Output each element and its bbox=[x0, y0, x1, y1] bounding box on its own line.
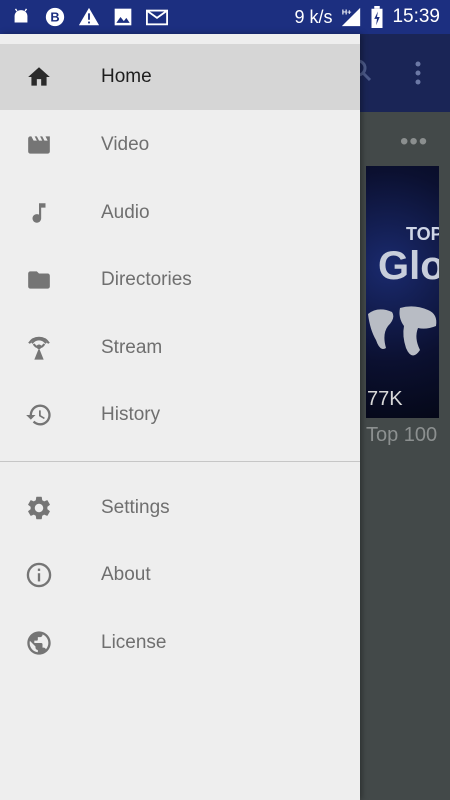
svg-text:H+: H+ bbox=[342, 7, 352, 16]
world-map-icon bbox=[368, 306, 437, 356]
nav-label-directories: Directories bbox=[101, 269, 192, 290]
status-bar: B 9 k/s H+ 15:39 bbox=[0, 0, 450, 34]
view-count: 77K bbox=[367, 388, 403, 410]
nav-label-about: About bbox=[101, 564, 151, 585]
nav-label-history: History bbox=[101, 404, 161, 425]
nav-item-license[interactable]: License bbox=[0, 610, 360, 676]
image-icon bbox=[112, 6, 134, 28]
nav-label-settings: Settings bbox=[101, 497, 170, 518]
nav-label-license: License bbox=[101, 632, 167, 653]
android-icon bbox=[10, 6, 32, 28]
more-horiz-icon[interactable]: ••• bbox=[400, 128, 428, 156]
signal-icon: H+ bbox=[340, 6, 362, 28]
home-icon bbox=[24, 62, 54, 92]
music-note-icon bbox=[24, 198, 54, 228]
b-icon: B bbox=[44, 6, 66, 28]
history-icon bbox=[24, 400, 54, 430]
nav-label-stream: Stream bbox=[101, 337, 163, 358]
info-icon bbox=[24, 560, 54, 590]
folder-icon bbox=[24, 265, 54, 295]
more-vert-icon[interactable] bbox=[406, 58, 430, 88]
nav-item-directories[interactable]: Directories bbox=[0, 247, 360, 313]
video-icon bbox=[24, 130, 54, 160]
navigation-drawer: Home Video Audio Directories Stream Hist… bbox=[0, 34, 360, 800]
thumbnail-text-main: Glo bbox=[378, 244, 439, 288]
clock: 15:39 bbox=[392, 6, 440, 27]
svg-text:B: B bbox=[50, 10, 59, 25]
nav-item-stream[interactable]: Stream bbox=[0, 315, 360, 381]
nav-item-audio[interactable]: Audio bbox=[0, 180, 360, 246]
drawer-divider bbox=[0, 461, 360, 462]
globe-icon bbox=[24, 628, 54, 658]
gear-icon bbox=[24, 493, 54, 523]
thumbnail-text-top: TOP bbox=[406, 224, 439, 244]
nav-item-history[interactable]: History bbox=[0, 382, 360, 448]
nav-label-home: Home bbox=[101, 66, 152, 87]
network-speed: 9 k/s bbox=[294, 6, 333, 27]
stream-icon bbox=[24, 333, 54, 363]
nav-label-audio: Audio bbox=[101, 202, 150, 223]
nav-label-video: Video bbox=[101, 134, 150, 155]
warning-icon bbox=[78, 6, 100, 28]
nav-item-video[interactable]: Video bbox=[0, 112, 360, 178]
video-thumbnail[interactable]: TOP Glo bbox=[366, 166, 439, 418]
nav-item-about[interactable]: About bbox=[0, 542, 360, 608]
battery-charging-icon bbox=[370, 6, 384, 28]
mail-icon bbox=[146, 6, 168, 28]
nav-item-settings[interactable]: Settings bbox=[0, 475, 360, 541]
video-title[interactable]: Top 100 bbox=[366, 424, 437, 447]
nav-item-home[interactable]: Home bbox=[0, 44, 360, 110]
